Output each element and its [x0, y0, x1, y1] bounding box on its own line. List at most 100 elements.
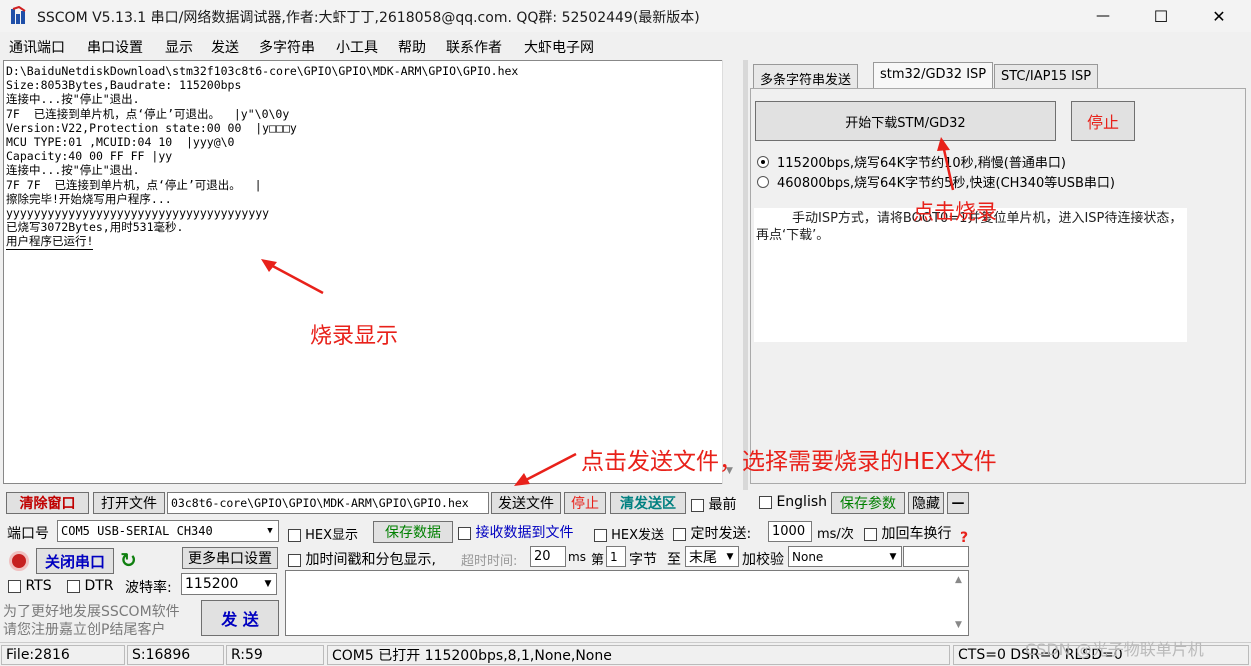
more-settings-button[interactable]: 更多串口设置	[182, 547, 278, 569]
annotation-click-burn: 点击烧录	[913, 200, 997, 224]
menu-display[interactable]: 显示	[165, 37, 193, 57]
menu-daxia-site[interactable]: 大虾电子网	[524, 37, 594, 57]
checkbox-icon[interactable]	[594, 529, 607, 542]
open-file-button[interactable]: 打开文件	[93, 492, 165, 514]
end-select[interactable]: 末尾 ▼	[685, 546, 739, 567]
menu-tools[interactable]: 小工具	[336, 37, 378, 57]
english-checkbox[interactable]: English	[759, 494, 827, 510]
send-input[interactable]	[285, 570, 969, 636]
port-select[interactable]: COM5 USB-SERIAL CH340 ▼	[57, 520, 279, 542]
receive-line: 连接中...按"停止"退出.	[6, 92, 140, 107]
arrow-annotation-burn-display	[261, 259, 324, 295]
menu-help[interactable]: 帮助	[398, 37, 426, 57]
receive-line: D:\BaiduNetdiskDownload\stm32f103c8t6-co…	[6, 64, 519, 78]
receive-display[interactable]: D:\BaiduNetdiskDownload\stm32f103c8t6-co…	[3, 60, 739, 484]
hex-display-checkbox[interactable]: HEX显示	[288, 524, 358, 543]
checkbox-icon[interactable]	[67, 579, 80, 593]
checkbox-icon[interactable]	[673, 527, 686, 541]
refresh-icon[interactable]: ↻	[120, 548, 137, 572]
tab-multi-string-send[interactable]: 多条字符串发送	[753, 64, 859, 88]
scroll-up-icon[interactable]: ▲	[955, 575, 962, 585]
menu-serial-settings[interactable]: 串口设置	[87, 37, 143, 57]
receive-scrollbar[interactable]: ▼	[722, 60, 739, 484]
receive-line: Capacity:40 00 FF FF |yy	[6, 149, 173, 164]
chevron-down-icon[interactable]: ▼	[885, 547, 901, 566]
add-crlf-label: 加回车换行	[881, 526, 952, 542]
timestamp-checkbox[interactable]: 加时间戳和分包显示,	[288, 549, 436, 569]
start-download-button[interactable]: 开始下载STM/GD32	[755, 101, 1056, 141]
hex-display-label: HEX显示	[305, 528, 359, 543]
minimize-button[interactable]: —	[1074, 0, 1132, 32]
menu-bar: 通讯端口 串口设置 显示 发送 多字符串 小工具 帮助 联系作者 大虾电子网	[0, 33, 1251, 59]
baud-select[interactable]: 115200 ▼	[181, 573, 277, 595]
checksum-select[interactable]: None ▼	[788, 546, 902, 567]
title-bar: SSCOM V5.13.1 串口/网络数据调试器,作者:大虾丁丁,2618058…	[0, 0, 1251, 32]
help-question-icon[interactable]: ?	[960, 530, 968, 546]
maximize-button[interactable]: ☐	[1132, 0, 1190, 32]
save-data-button[interactable]: 保存数据	[373, 521, 453, 543]
radio-selected-icon[interactable]	[757, 155, 769, 168]
send-file-button[interactable]: 发送文件	[491, 492, 561, 514]
close-button[interactable]: ✕	[1190, 0, 1248, 32]
promo-line-2[interactable]: 请您注册嘉立创P结尾客户	[3, 619, 165, 639]
checkbox-icon[interactable]	[691, 498, 704, 512]
tab-stc-isp[interactable]: STC/IAP15 ISP	[994, 64, 1099, 88]
rts-label: RTS	[25, 578, 52, 594]
send-button[interactable]: 发 送	[201, 600, 279, 636]
port-label: 端口号	[7, 526, 49, 542]
clear-send-area-button[interactable]: 清发送区	[610, 492, 686, 514]
dtr-checkbox[interactable]: DTR	[67, 578, 114, 594]
isp-instructions: 手动ISP方式，请将BOOT0=1并复位单片机，进入ISP待连接状态，再点‘下载…	[754, 208, 1187, 342]
receive-line: Version:V22,Protection state:00 00 |y□□□…	[6, 120, 297, 135]
hide-button[interactable]: 隐藏	[908, 492, 944, 514]
radio-115200-label: 115200bps,烧写64K字节约10秒,稍慢(普通串口)	[777, 156, 1066, 171]
collapse-button[interactable]: —	[947, 492, 969, 514]
window-title: SSCOM V5.13.1 串口/网络数据调试器,作者:大虾丁丁,2618058…	[37, 10, 700, 26]
receive-line: 7F 7F 已连接到单片机，点‘停止’可退出。 |	[6, 177, 262, 192]
clear-window-button[interactable]: 清除窗口	[6, 492, 89, 514]
radio-115200[interactable]: 115200bps,烧写64K字节约10秒,稍慢(普通串口)	[757, 152, 1066, 171]
timestamp-label: 加时间戳和分包显示,	[305, 552, 436, 568]
receive-line: yyyyyyyyyyyyyyyyyyyyyyyyyyyyyyyyyyyyyy	[6, 206, 270, 221]
topmost-checkbox[interactable]: 最前	[691, 494, 736, 514]
timed-send-checkbox[interactable]: 定时发送:	[673, 523, 751, 543]
stop-send-file-button[interactable]: 停止	[564, 492, 606, 514]
timed-interval-input[interactable]: 1000	[768, 521, 812, 542]
scroll-down-icon[interactable]: ▼	[955, 620, 962, 630]
recv-to-file-checkbox[interactable]: 接收数据到文件	[458, 522, 573, 542]
byte-index-input[interactable]: 1	[606, 546, 626, 567]
checkbox-icon[interactable]	[864, 527, 877, 541]
receive-line: 7F 已连接到单片机，点‘停止’可退出。 |y"\0\0y	[6, 106, 290, 121]
file-path-input[interactable]: 03c8t6-core\GPIO\GPIO\MDK-ARM\GPIO\GPIO.…	[167, 492, 489, 514]
menu-contact-author[interactable]: 联系作者	[446, 37, 502, 57]
menu-send[interactable]: 发送	[211, 37, 239, 57]
hex-send-checkbox[interactable]: HEX发送	[594, 524, 664, 543]
chevron-down-icon[interactable]: ▼	[260, 574, 276, 594]
promo-line-1[interactable]: 为了更好地发展SSCOM软件	[3, 601, 180, 621]
receive-text: D:\BaiduNetdiskDownload\stm32f103c8t6-co…	[6, 64, 518, 250]
isp-stop-button[interactable]: 停止	[1071, 101, 1135, 141]
close-port-button[interactable]: 关闭串口	[36, 548, 114, 574]
checkbox-icon[interactable]	[288, 553, 301, 567]
tab-stm32-isp[interactable]: stm32/GD32 ISP	[873, 62, 994, 89]
timed-send-label: 定时发送:	[690, 526, 752, 542]
add-crlf-checkbox[interactable]: 加回车换行	[864, 523, 951, 543]
radio-unselected-icon[interactable]	[757, 175, 769, 188]
menu-comm-port[interactable]: 通讯端口	[9, 37, 65, 57]
status-port-state: COM5 已打开 115200bps,8,1,None,None	[327, 645, 950, 665]
checkbox-icon[interactable]	[8, 579, 21, 593]
rts-checkbox[interactable]: RTS	[8, 578, 52, 594]
checkbox-icon[interactable]	[458, 526, 471, 540]
timed-unit-label: ms/次	[817, 527, 854, 542]
timeout-input[interactable]: 20	[530, 546, 566, 567]
close-icon: ✕	[1212, 6, 1226, 26]
timeout-label: 超时时间:	[461, 554, 518, 569]
checkbox-icon[interactable]	[759, 495, 772, 509]
pane-splitter[interactable]	[743, 60, 748, 490]
chevron-down-icon[interactable]: ▼	[722, 547, 738, 566]
chevron-down-icon[interactable]: ▼	[262, 521, 278, 541]
checkbox-icon[interactable]	[288, 529, 301, 542]
save-params-button[interactable]: 保存参数	[831, 492, 905, 514]
english-label: English	[776, 494, 828, 510]
menu-multi-string[interactable]: 多字符串	[259, 37, 315, 57]
